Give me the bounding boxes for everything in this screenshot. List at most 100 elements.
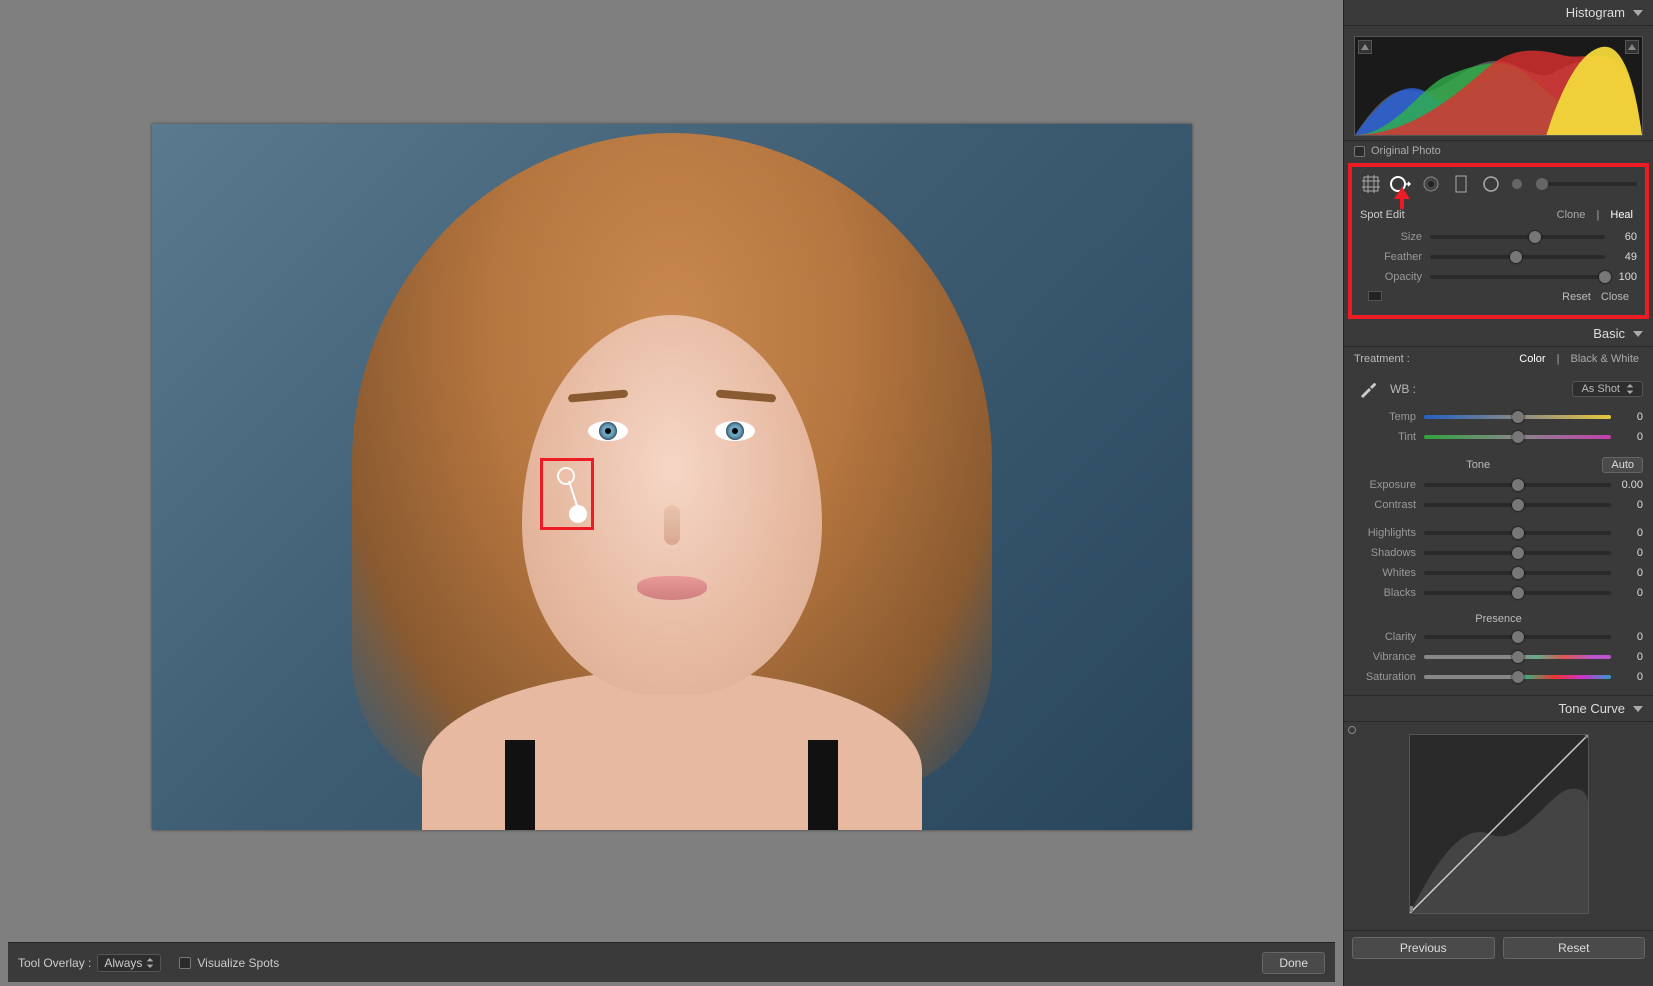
original-photo-checkbox[interactable]: Original Photo bbox=[1344, 141, 1653, 161]
done-button[interactable]: Done bbox=[1262, 952, 1325, 974]
canvas-wrap bbox=[8, 12, 1335, 942]
shadows-slider[interactable] bbox=[1424, 551, 1611, 555]
highlights-label: Highlights bbox=[1354, 527, 1424, 539]
collapse-icon bbox=[1633, 706, 1643, 712]
basic-header[interactable]: Basic bbox=[1344, 321, 1653, 347]
presence-section-label: Presence bbox=[1354, 609, 1643, 627]
contrast-label: Contrast bbox=[1354, 499, 1424, 511]
vibrance-label: Vibrance bbox=[1354, 651, 1424, 663]
tool-overlay-label: Tool Overlay : bbox=[18, 956, 91, 970]
radial-filter-tool-icon[interactable] bbox=[1480, 173, 1502, 195]
spot-edit-title: Spot Edit bbox=[1360, 209, 1405, 221]
spot-reset-button[interactable]: Reset bbox=[1562, 291, 1591, 303]
panel-toggle-switch[interactable] bbox=[1368, 291, 1382, 301]
bottom-toolbar: Tool Overlay : Always Visualize Spots Do… bbox=[8, 942, 1335, 982]
auto-tone-button[interactable]: Auto bbox=[1602, 457, 1643, 473]
blacks-slider[interactable] bbox=[1424, 591, 1611, 595]
wb-dropdown[interactable]: As Shot bbox=[1572, 381, 1643, 397]
whites-slider[interactable] bbox=[1424, 571, 1611, 575]
contrast-slider[interactable] bbox=[1424, 503, 1611, 507]
tone-curve-graph[interactable] bbox=[1409, 734, 1589, 914]
clarity-value: 0 bbox=[1611, 631, 1643, 643]
spot-target-circle[interactable] bbox=[569, 505, 587, 523]
exposure-label: Exposure bbox=[1354, 479, 1424, 491]
clipping-highlights-icon[interactable] bbox=[1625, 40, 1639, 54]
crop-tool-icon[interactable] bbox=[1360, 173, 1382, 195]
exposure-value: 0.00 bbox=[1611, 479, 1643, 491]
histogram-display[interactable] bbox=[1354, 36, 1643, 136]
temp-slider[interactable] bbox=[1424, 415, 1611, 419]
highlights-value: 0 bbox=[1611, 527, 1643, 539]
previous-button[interactable]: Previous bbox=[1352, 937, 1495, 959]
image-canvas[interactable] bbox=[152, 124, 1192, 830]
size-value: 60 bbox=[1605, 231, 1637, 243]
basic-panel: Treatment : Color | Black & White WB : A… bbox=[1344, 347, 1653, 696]
clarity-label: Clarity bbox=[1354, 631, 1424, 643]
histogram-title: Histogram bbox=[1566, 5, 1625, 20]
redeye-tool-icon[interactable] bbox=[1420, 173, 1442, 195]
tint-label: Tint bbox=[1354, 431, 1424, 443]
vibrance-value: 0 bbox=[1611, 651, 1643, 663]
opacity-slider[interactable] bbox=[1430, 275, 1605, 279]
collapse-icon bbox=[1633, 331, 1643, 337]
right-panel: Histogram Original Photo bbox=[1343, 0, 1653, 986]
wb-label: WB : bbox=[1390, 382, 1564, 396]
tool-overlay-dropdown[interactable]: Always bbox=[97, 954, 161, 972]
tool-overlay-value: Always bbox=[104, 956, 142, 970]
treatment-color[interactable]: Color bbox=[1515, 353, 1549, 365]
clarity-slider[interactable] bbox=[1424, 635, 1611, 639]
histogram-header[interactable]: Histogram bbox=[1344, 0, 1653, 26]
tint-value: 0 bbox=[1611, 431, 1643, 443]
panel-footer: Previous Reset bbox=[1344, 931, 1653, 969]
spot-source-circle[interactable] bbox=[557, 467, 575, 485]
feather-slider[interactable] bbox=[1430, 255, 1605, 259]
reset-button[interactable]: Reset bbox=[1503, 937, 1646, 959]
size-slider[interactable] bbox=[1430, 235, 1605, 239]
collapse-icon bbox=[1633, 10, 1643, 16]
tint-slider[interactable] bbox=[1424, 435, 1611, 439]
graduated-filter-tool-icon[interactable] bbox=[1450, 173, 1472, 195]
heal-mode[interactable]: Heal bbox=[1606, 209, 1637, 221]
tool-amount-slider[interactable] bbox=[1536, 182, 1637, 186]
contrast-value: 0 bbox=[1611, 499, 1643, 511]
main-area: Tool Overlay : Always Visualize Spots Do… bbox=[0, 0, 1343, 986]
annotation-toolstrip-box: Spot Edit Clone | Heal Size 60 Feather 4… bbox=[1348, 163, 1649, 319]
exposure-slider[interactable] bbox=[1424, 483, 1611, 487]
original-photo-label: Original Photo bbox=[1371, 145, 1441, 157]
whites-label: Whites bbox=[1354, 567, 1424, 579]
wb-eyedropper-icon[interactable] bbox=[1354, 375, 1382, 403]
wb-value: As Shot bbox=[1581, 383, 1620, 395]
saturation-label: Saturation bbox=[1354, 671, 1424, 683]
treatment-bw[interactable]: Black & White bbox=[1567, 353, 1643, 365]
feather-label: Feather bbox=[1360, 251, 1430, 263]
tone-section-label: Tone bbox=[1354, 459, 1602, 471]
tonecurve-target-icon[interactable] bbox=[1348, 726, 1356, 734]
saturation-value: 0 bbox=[1611, 671, 1643, 683]
spot-edit-panel: Spot Edit Clone | Heal Size 60 Feather 4… bbox=[1352, 201, 1645, 315]
size-label: Size bbox=[1360, 231, 1430, 243]
visualize-spots-checkbox[interactable]: Visualize Spots bbox=[179, 956, 279, 970]
clone-mode[interactable]: Clone bbox=[1553, 209, 1590, 221]
whites-value: 0 bbox=[1611, 567, 1643, 579]
temp-label: Temp bbox=[1354, 411, 1424, 423]
checkbox-box-icon bbox=[179, 957, 191, 969]
shadows-label: Shadows bbox=[1354, 547, 1424, 559]
treatment-label: Treatment : bbox=[1354, 353, 1410, 365]
tonecurve-header[interactable]: Tone Curve bbox=[1344, 696, 1653, 722]
annotation-spot-box bbox=[540, 458, 594, 530]
saturation-slider[interactable] bbox=[1424, 675, 1611, 679]
tonecurve-title: Tone Curve bbox=[1559, 701, 1625, 716]
brush-tool-icon[interactable] bbox=[1510, 173, 1524, 195]
basic-title: Basic bbox=[1593, 326, 1625, 341]
spot-close-button[interactable]: Close bbox=[1601, 291, 1629, 303]
temp-value: 0 bbox=[1611, 411, 1643, 423]
highlights-slider[interactable] bbox=[1424, 531, 1611, 535]
annotation-arrow-icon bbox=[1392, 187, 1412, 209]
visualize-spots-label: Visualize Spots bbox=[197, 956, 279, 970]
vibrance-slider[interactable] bbox=[1424, 655, 1611, 659]
shadows-value: 0 bbox=[1611, 547, 1643, 559]
feather-value: 49 bbox=[1605, 251, 1637, 263]
checkbox-box-icon bbox=[1354, 146, 1365, 157]
blacks-label: Blacks bbox=[1354, 587, 1424, 599]
clipping-shadows-icon[interactable] bbox=[1358, 40, 1372, 54]
